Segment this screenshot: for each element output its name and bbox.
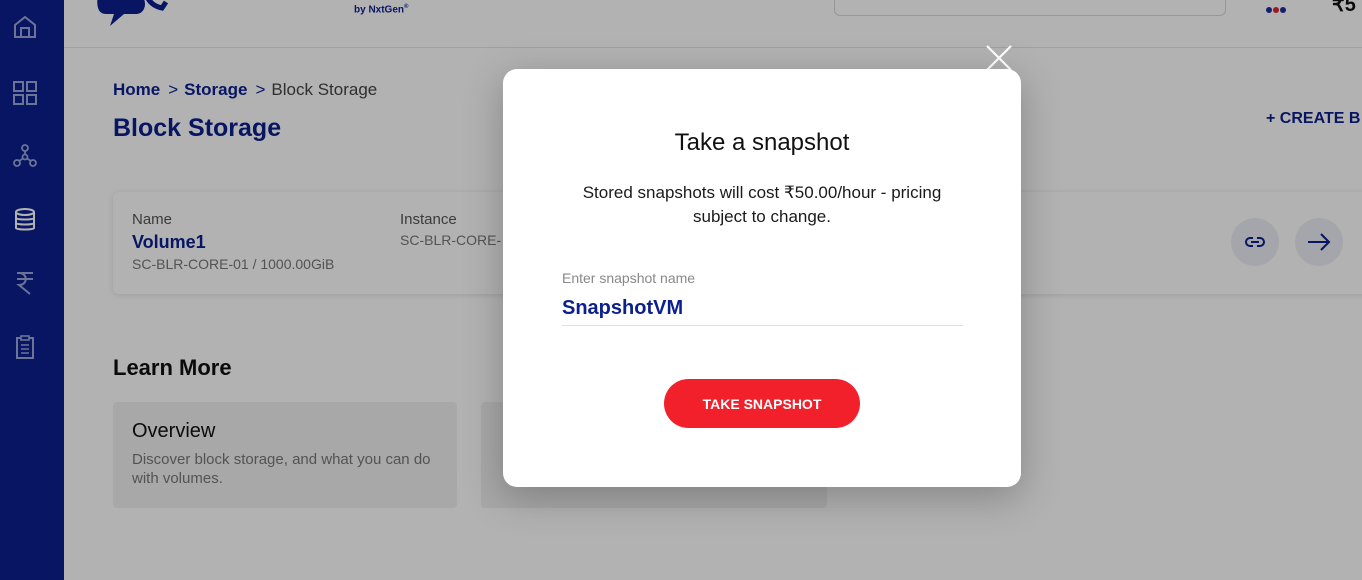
take-snapshot-button[interactable]: TAKE SNAPSHOT: [664, 379, 860, 428]
snapshot-dialog: Take a snapshot Stored snapshots will co…: [503, 69, 1021, 487]
dialog-description: Stored snapshots will cost ₹50.00/hour -…: [582, 183, 942, 226]
dialog-title: Take a snapshot: [674, 129, 850, 156]
snapshot-name-input[interactable]: [562, 292, 963, 326]
snapshot-name-label: Enter snapshot name: [562, 270, 696, 286]
